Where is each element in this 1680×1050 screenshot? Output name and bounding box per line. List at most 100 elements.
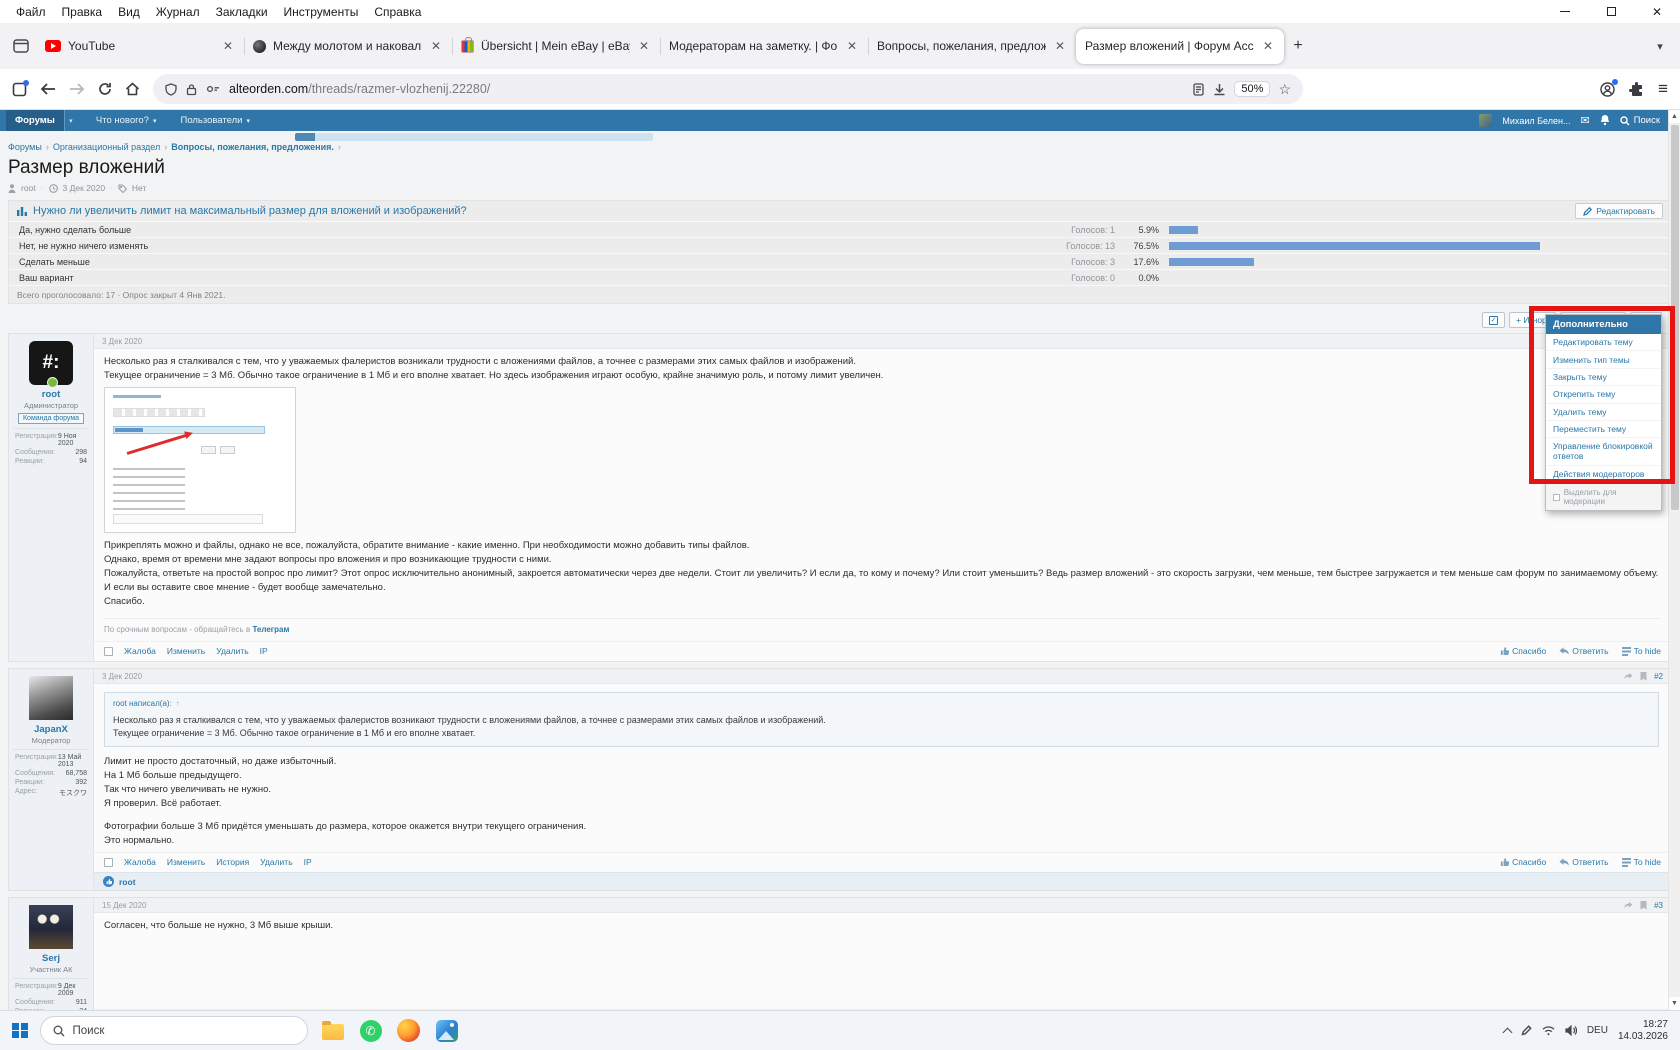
tab-moderators-note[interactable]: Модераторам на заметку. | Форум ✕ <box>660 29 868 64</box>
wifi-icon[interactable] <box>1542 1026 1555 1036</box>
thanks-button[interactable]: Спасибо <box>1500 857 1546 867</box>
expand-quote-icon[interactable]: ↑ <box>176 697 180 711</box>
attached-screenshot-thumbnail[interactable] <box>104 387 296 533</box>
whatsapp-icon[interactable]: ✆ <box>358 1018 384 1044</box>
menu-edit[interactable]: Правка <box>54 2 111 22</box>
bookmark-star-icon[interactable]: ☆ <box>1278 81 1291 98</box>
reply-button[interactable]: Ответить <box>1559 646 1608 656</box>
scroll-down-arrow[interactable]: ▼ <box>1669 997 1680 1010</box>
nav-whats-new[interactable]: Что нового? ▾ <box>87 110 166 131</box>
download-icon[interactable] <box>1213 83 1226 96</box>
post-date[interactable]: 3 Дек 2020 <box>102 672 142 681</box>
menu-item-change-thread-type[interactable]: Изменить тип темы <box>1546 351 1661 368</box>
post-number[interactable]: #3 <box>1654 901 1663 910</box>
tab-hammer-anvil[interactable]: Между молотом и наковальне ✕ <box>244 29 452 64</box>
address-bar[interactable]: alteorden.com/threads/razmer-vlozhenij.2… <box>153 74 1303 104</box>
window-restore-button[interactable] <box>1588 0 1634 23</box>
menu-item-close-thread[interactable]: Закрыть тему <box>1546 369 1661 386</box>
tab-youtube[interactable]: YouTube ✕ <box>36 29 244 64</box>
keyboard-language[interactable]: DEU <box>1587 1025 1608 1036</box>
post-date[interactable]: 3 Дек 2020 <box>102 337 142 346</box>
tab-questions-suggestions[interactable]: Вопросы, пожелания, предложени ✕ <box>868 29 1076 64</box>
menu-item-edit-thread[interactable]: Редактировать тему <box>1546 334 1661 351</box>
menu-help[interactable]: Справка <box>366 2 429 22</box>
reaction-user[interactable]: root <box>119 877 136 887</box>
nav-forums[interactable]: Форумы <box>6 110 64 131</box>
ip-link[interactable]: IP <box>304 857 312 867</box>
edit-link[interactable]: Изменить <box>167 857 205 867</box>
bookmark-icon[interactable] <box>1640 901 1647 910</box>
menu-file[interactable]: Файл <box>8 2 54 22</box>
vertical-scrollbar[interactable]: ▲ ▼ <box>1668 110 1680 1010</box>
post-date[interactable]: 15 Дек 2020 <box>102 901 147 910</box>
tab-close-icon[interactable]: ✕ <box>1053 39 1067 53</box>
delete-link[interactable]: Удалить <box>216 646 248 656</box>
menu-bookmarks[interactable]: Закладки <box>208 2 276 22</box>
tab-close-icon[interactable]: ✕ <box>1261 39 1275 53</box>
chevron-down-icon[interactable]: ▾ <box>64 110 77 131</box>
tab-ebay[interactable]: Übersicht | Mein eBay | eBay ✕ <box>452 29 660 64</box>
tray-chevron-up-icon[interactable] <box>1502 1027 1512 1037</box>
reload-icon[interactable] <box>98 82 112 96</box>
to-hide-button[interactable]: To hide <box>1622 646 1661 656</box>
menu-item-move-thread[interactable]: Переместить тему <box>1546 421 1661 438</box>
post-select-checkbox[interactable] <box>104 647 113 656</box>
telegram-link[interactable]: Телеграм <box>252 625 289 634</box>
avatar[interactable] <box>29 905 73 949</box>
reactions-bar[interactable]: root <box>94 872 1671 890</box>
extensions-puzzle-icon[interactable] <box>1629 82 1644 97</box>
menu-view[interactable]: Вид <box>110 2 148 22</box>
breadcrumb-section[interactable]: Организационный раздел <box>53 142 160 152</box>
bookmark-icon[interactable] <box>1640 672 1647 681</box>
tab-manager-icon[interactable] <box>12 82 27 97</box>
history-link[interactable]: История <box>216 857 249 867</box>
post-select-checkbox[interactable] <box>104 858 113 867</box>
reader-view-icon[interactable] <box>1193 83 1204 96</box>
taskbar-search-input[interactable]: Поиск <box>40 1016 308 1045</box>
share-icon[interactable] <box>1624 672 1633 681</box>
ip-link[interactable]: IP <box>260 646 268 656</box>
quote-block[interactable]: root написал(а):↑ Несколько раз я сталки… <box>104 692 1659 747</box>
forward-icon[interactable] <box>69 82 85 96</box>
menu-history[interactable]: Журнал <box>148 2 208 22</box>
tracking-shield-icon[interactable] <box>165 83 177 96</box>
checkbox-icon[interactable] <box>1553 494 1560 501</box>
home-icon[interactable] <box>125 82 140 96</box>
menu-item-select-for-moderation[interactable]: Выделить для модерации <box>1546 483 1661 510</box>
menu-tools[interactable]: Инструменты <box>276 2 367 22</box>
file-explorer-icon[interactable] <box>320 1018 346 1044</box>
tab-close-icon[interactable]: ✕ <box>637 39 651 53</box>
tab-close-icon[interactable]: ✕ <box>845 39 859 53</box>
start-button[interactable] <box>12 1023 28 1039</box>
inbox-envelope-icon[interactable]: ✉ <box>1580 114 1589 127</box>
thanks-button[interactable]: Спасибо <box>1500 646 1546 656</box>
select-posts-checkbox-button[interactable]: ✓ <box>1482 312 1505 328</box>
alerts-bell-icon[interactable] <box>1600 115 1610 126</box>
post-username[interactable]: root <box>13 389 89 400</box>
account-icon[interactable] <box>1600 82 1615 97</box>
menu-item-unpin-thread[interactable]: Открепить тему <box>1546 386 1661 403</box>
lock-icon[interactable] <box>186 83 197 96</box>
breadcrumb-forums[interactable]: Форумы <box>8 142 42 152</box>
nav-members[interactable]: Пользователи ▾ <box>171 110 259 131</box>
permissions-icon[interactable] <box>206 84 220 94</box>
avatar[interactable] <box>29 676 73 720</box>
breadcrumb-current[interactable]: Вопросы, пожелания, предложения. <box>171 142 334 152</box>
report-link[interactable]: Жалоба <box>124 646 156 656</box>
pen-icon[interactable] <box>1521 1025 1532 1036</box>
post-number[interactable]: #2 <box>1654 672 1663 681</box>
menu-item-moderator-actions[interactable]: Действия модераторов <box>1546 466 1661 483</box>
list-all-tabs-icon[interactable]: ▾ <box>1646 32 1674 60</box>
tab-close-icon[interactable]: ✕ <box>429 39 443 53</box>
tab-close-icon[interactable]: ✕ <box>221 39 235 53</box>
to-hide-button[interactable]: To hide <box>1622 857 1661 867</box>
share-icon[interactable] <box>1624 901 1633 910</box>
volume-icon[interactable] <box>1565 1025 1577 1036</box>
report-link[interactable]: Жалоба <box>124 857 156 867</box>
new-tab-button[interactable]: + <box>1284 32 1312 60</box>
window-close-button[interactable]: ✕ <box>1634 0 1680 23</box>
app-menu-icon[interactable]: ≡ <box>1658 79 1668 99</box>
zoom-level-badge[interactable]: 50% <box>1235 82 1269 96</box>
back-icon[interactable] <box>40 82 56 96</box>
menu-item-lock-replies[interactable]: Управление блокировкой ответов <box>1546 438 1661 465</box>
